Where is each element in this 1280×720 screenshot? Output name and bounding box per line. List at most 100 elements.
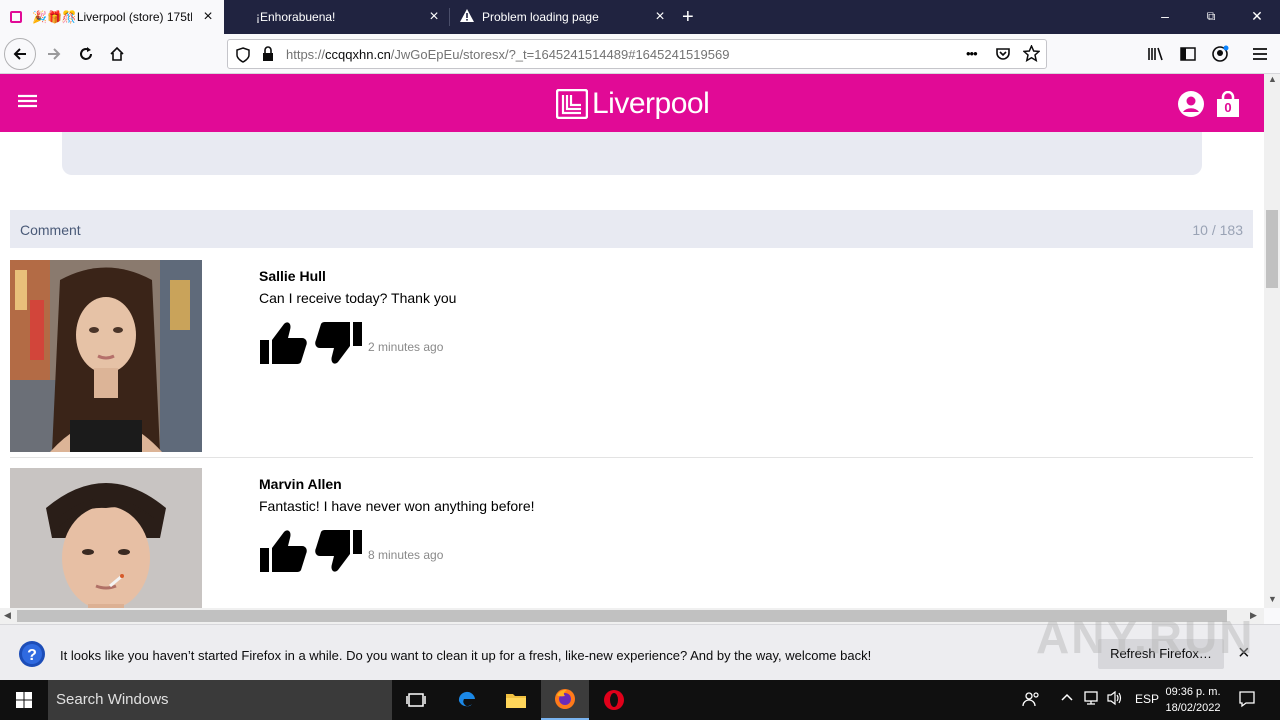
url-domain: ccqqxhn.cn [325,47,391,62]
reload-icon [80,47,92,60]
hamburger-menu-icon[interactable] [18,94,37,113]
chevron-up-icon[interactable] [1060,690,1074,707]
windows-logo-icon [16,692,32,708]
scroll-left-icon[interactable]: ◀ [4,610,11,621]
tab-problem-loading[interactable]: Problem loading page × [450,0,676,34]
library-icon [1148,47,1163,61]
restore-button[interactable]: ⧉ [1188,0,1234,34]
question-icon: ? [18,640,46,673]
commenter-name: Sallie Hull [259,268,326,284]
menu-button[interactable] [1244,38,1276,70]
thumbs-up-icon[interactable] [258,526,308,576]
warning-icon [460,9,474,25]
sidebar-button[interactable] [1172,38,1204,70]
home-icon [110,46,124,61]
account-icon [1212,45,1229,62]
site-header: Liverpool 0 [0,74,1264,132]
clock-time: 09:36 p. m. [1165,686,1221,698]
divider [10,457,1253,458]
refresh-firefox-button[interactable]: Refresh Firefox… [1098,639,1224,669]
url-text[interactable]: https://ccqqxhn.cn/JwGoEpEu/storesx/?_t=… [286,47,729,62]
arrow-right-icon [48,48,61,60]
bookmark-star-icon[interactable] [1022,44,1041,67]
cart-count: 0 [1224,100,1232,115]
firefox-icon [555,689,575,709]
language-indicator[interactable]: ESP [1135,692,1159,706]
close-tab-icon[interactable]: × [200,9,216,25]
forward-button[interactable] [38,38,70,70]
start-button[interactable] [0,680,48,720]
close-window-button[interactable]: ✕ [1234,0,1280,34]
url-prefix: https:// [286,47,326,62]
notification-message: It looks like you haven’t started Firefo… [60,648,872,663]
lock-icon[interactable] [262,46,274,67]
pocket-icon[interactable] [995,46,1011,67]
scroll-down-icon[interactable]: ▼ [1268,594,1277,604]
horizontal-scroll-thumb[interactable] [17,610,1227,622]
close-notification-icon[interactable]: × [1238,642,1250,665]
tab-enhorabuena[interactable]: ¡Enhorabuena! × [224,0,450,34]
page-viewport: Liverpool 0 Comment 10 / 183 Sallie Hull… [0,74,1264,608]
page-actions-icon[interactable]: ••• [966,46,978,61]
reload-button[interactable] [70,38,102,70]
folder-icon [506,694,526,708]
tab-favicon [10,11,22,23]
notifications-icon[interactable] [1238,690,1256,711]
edge-taskbar-button[interactable] [443,680,491,720]
new-tab-button[interactable]: + [676,0,706,34]
comment-count: 10 / 183 [1192,222,1243,238]
vertical-scroll-thumb[interactable] [1266,210,1278,288]
url-path: /JwGoEpEu/storesx/?_t=1645241514489#1645… [390,47,730,62]
sidebar-icon [1180,47,1196,61]
hamburger-icon [1253,48,1267,60]
scroll-up-icon[interactable]: ▲ [1268,74,1277,84]
tab-bar: 🎉🎁🎊Liverpool (store) 175th × ¡Enhorabuen… [0,0,1280,34]
close-tab-icon[interactable]: × [652,9,668,25]
user-account-icon[interactable] [1178,91,1204,122]
tab-title: Problem loading page [482,10,599,24]
comment-item: Marvin Allen Fantastic! I have never won… [10,468,1253,608]
home-button[interactable] [101,38,133,70]
comment-header: Comment 10 / 183 [10,210,1253,248]
search-box[interactable]: Search Windows [48,680,392,720]
close-tab-icon[interactable]: × [426,9,442,25]
task-view-icon [406,693,426,707]
volume-icon[interactable] [1106,690,1124,709]
comment-text: Fantastic! I have never won anything bef… [259,498,535,514]
task-view-button[interactable] [392,680,440,720]
liverpool-logo[interactable]: Liverpool [556,87,710,121]
thumbs-down-icon[interactable] [314,318,364,368]
windows-taskbar: Search Windows ESP 09:36 p. m. 18/02/202… [0,680,1280,720]
liverpool-logo-mark [556,89,588,119]
shopping-bag-icon[interactable]: 0 [1216,91,1240,118]
opera-icon [604,690,624,710]
opera-taskbar-button[interactable] [590,680,638,720]
brand-name: Liverpool [592,87,710,120]
minimize-button[interactable]: – [1142,0,1188,34]
edge-icon [458,691,475,707]
shield-icon[interactable] [236,47,250,68]
comment-text: Can I receive today? Thank you [259,290,457,306]
thumbs-down-icon[interactable] [314,526,364,576]
comment-time: 8 minutes ago [368,548,444,562]
tab-liverpool[interactable]: 🎉🎁🎊Liverpool (store) 175th × [0,0,224,34]
account-button[interactable] [1204,38,1236,70]
clock[interactable]: 09:36 p. m. 18/02/2022 [1160,684,1226,716]
avatar [10,468,202,608]
back-button[interactable] [4,38,36,70]
vertical-scrollbar[interactable]: ▲ ▼ [1264,74,1280,608]
promo-panel [62,132,1202,175]
people-icon[interactable] [1022,690,1040,711]
scroll-right-icon[interactable]: ▶ [1250,610,1257,621]
firefox-taskbar-button[interactable] [541,680,589,720]
file-explorer-button[interactable] [492,680,540,720]
firefox-refresh-notification: ? It looks like you haven’t started Fire… [0,624,1280,680]
network-icon[interactable] [1082,690,1100,709]
url-bar[interactable]: https://ccqqxhn.cn/JwGoEpEu/storesx/?_t=… [227,39,1047,69]
library-button[interactable] [1140,38,1172,70]
comment-time: 2 minutes ago [368,340,444,354]
clock-date: 18/02/2022 [1165,702,1221,714]
avatar [10,260,202,452]
thumbs-up-icon[interactable] [258,318,308,368]
svg-text:?: ? [27,647,37,664]
